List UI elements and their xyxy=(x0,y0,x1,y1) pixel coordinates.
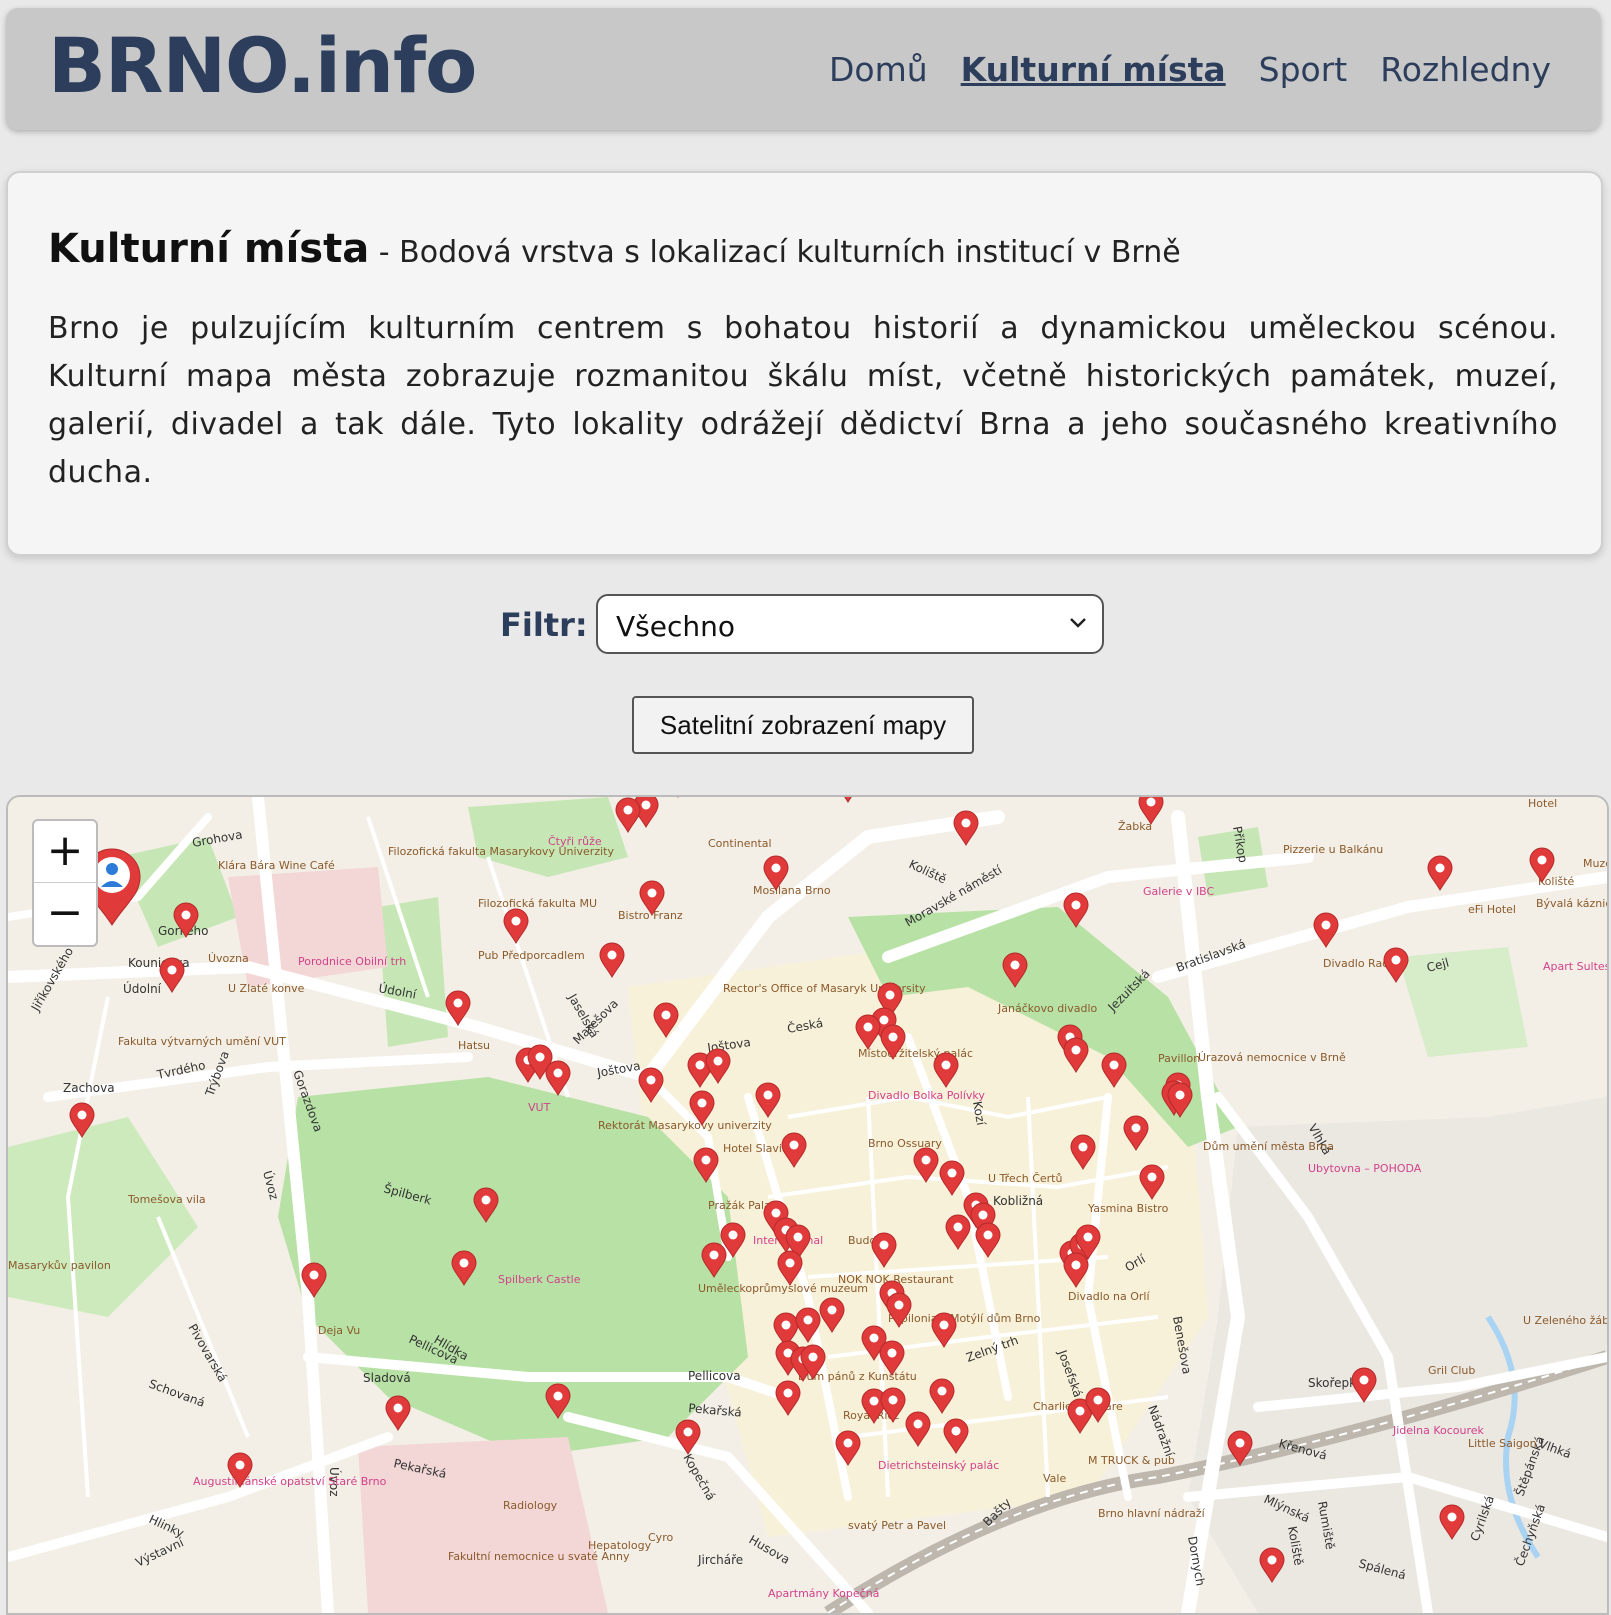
poi-label: Tomešova vila xyxy=(127,1193,206,1206)
poi-label: Divadlo Bolka Polívky xyxy=(868,1089,985,1102)
poi-label: Porodnice Obilní trh xyxy=(298,955,406,968)
street-label: Sladová xyxy=(363,1371,411,1385)
title-subtitle: - Bodová vrstva s lokalizací kulturních … xyxy=(369,235,1181,270)
street-label: Kobližná xyxy=(993,1194,1043,1208)
poi-label: Masarykův pavilon xyxy=(8,1259,111,1272)
zoom-in-button[interactable]: + xyxy=(34,821,96,883)
poi-label: Čtyři růže xyxy=(548,835,602,848)
zoom-control: + − xyxy=(32,819,98,947)
poi-label: Pizzerie u Balkánu xyxy=(1283,843,1383,856)
poi-label: Bývalá káznice xyxy=(1536,897,1607,910)
filter-select[interactable]: Všechno xyxy=(596,594,1104,654)
filter-label: Filtr: xyxy=(500,606,588,644)
site-logo[interactable]: BRNO.info xyxy=(48,28,477,104)
zoom-out-button[interactable]: − xyxy=(34,883,96,944)
poi-label: Janáčkovo divadlo xyxy=(997,1002,1098,1015)
nav-home[interactable]: Domů xyxy=(829,50,928,90)
poi-label: Augustiniánské opatství Staré Brno xyxy=(193,1475,387,1488)
filter-selected-value: Všechno xyxy=(616,610,735,643)
poi-label: Pub Předporcadlem xyxy=(478,949,585,962)
poi-label: VUT xyxy=(528,1101,551,1114)
poi-label: Vale xyxy=(1043,1472,1066,1485)
poi-label: Brno Ossuary xyxy=(868,1137,942,1150)
poi-label: Little Saigon xyxy=(1468,1437,1537,1450)
poi-label: M TRUCK & pub xyxy=(1088,1454,1175,1467)
poi-label: Rektorát Masarykovy univerzity xyxy=(598,1119,772,1132)
poi-label: eFi Hotel xyxy=(1468,903,1516,916)
poi-label: Spilberk Castle xyxy=(498,1273,581,1286)
poi-label: Dietrichsteinský palác xyxy=(878,1459,999,1472)
site-header: BRNO.info Domů Kulturní místa Sport Rozh… xyxy=(6,8,1601,130)
poi-label: Mosilana Brno xyxy=(753,884,831,897)
poi-label: U Třech Čertů xyxy=(988,1172,1062,1185)
satellite-view-button[interactable]: Satelitní zobrazení mapy xyxy=(632,696,974,754)
intro-paragraph: Brno je pulzujícím kulturním centrem s b… xyxy=(48,311,1558,490)
intro-card: Kulturní místa - Bodová vrstva s lokaliz… xyxy=(6,171,1603,556)
poi-label: Fakulta výtvarných umění VUT xyxy=(118,1035,286,1048)
poi-label: Úrazová nemocnice v Brně xyxy=(1198,1051,1346,1064)
poi-label: Jidelna Kocourek xyxy=(1392,1424,1485,1437)
poi-label: Filozofická fakulta MU xyxy=(478,897,597,910)
nav-lookout-towers[interactable]: Rozhledny xyxy=(1380,50,1551,90)
poi-label: Fakultní nemocnice u svaté Anny xyxy=(448,1550,630,1563)
poi-label: Papilonia – Motýlí dům Brno xyxy=(888,1312,1041,1325)
nav-culture-places[interactable]: Kulturní místa xyxy=(961,50,1226,90)
title-main: Kulturní místa xyxy=(48,226,370,272)
poi-label: Úvozna xyxy=(208,952,249,965)
chevron-down-icon xyxy=(1070,618,1086,628)
poi-label: Klára Bára Wine Café xyxy=(218,859,335,872)
street-label: Jircháře xyxy=(697,1553,743,1567)
map-container[interactable]: GrohovaKounicovaGorkéhoÚdolníJiříkovskéh… xyxy=(6,795,1609,1615)
street-label: Zachova xyxy=(63,1081,115,1095)
poi-label: Continental xyxy=(708,837,772,850)
poi-label: U Zeleného žáby xyxy=(1523,1314,1607,1327)
poi-label: Radiology xyxy=(503,1499,558,1512)
poi-label: Pavillon xyxy=(1158,1052,1200,1065)
street-label: Pellicova xyxy=(688,1369,741,1383)
poi-label: Divadlo na Orlí xyxy=(1068,1290,1150,1303)
poi-label: Gril Club xyxy=(1428,1364,1475,1377)
poi-label: Apartmány Kopečná xyxy=(768,1587,879,1600)
poi-label: Cyro xyxy=(648,1531,673,1544)
poi-label: Ubytovna – POHODA xyxy=(1308,1162,1422,1175)
poi-label: Žabka xyxy=(1118,820,1152,833)
page-title: Kulturní místa - Bodová vrstva s lokaliz… xyxy=(48,229,1181,269)
poi-label: svatý Petr a Pavel xyxy=(848,1519,946,1532)
main-nav: Domů Kulturní místa Sport Rozhledny xyxy=(829,50,1551,90)
poi-label: U Zlaté konve xyxy=(228,982,305,995)
poi-label: Uměleckoprůmyslové muzeum xyxy=(698,1282,868,1295)
street-label: Údolní xyxy=(123,981,162,996)
poi-label: Dům umění města Brna xyxy=(1203,1140,1334,1153)
poi-label: Brno hlavní nádraží xyxy=(1098,1507,1206,1520)
map-canvas[interactable]: GrohovaKounicovaGorkéhoÚdolníJiříkovskéh… xyxy=(8,797,1607,1613)
map-park-small xyxy=(378,897,448,1047)
poi-label: Galerie v IBC xyxy=(1143,885,1215,898)
poi-label: Apart Sultes xyxy=(1543,960,1607,973)
poi-label: Yasmina Bistro xyxy=(1087,1202,1169,1215)
nav-sport[interactable]: Sport xyxy=(1259,50,1348,90)
poi-label: Deja Vu xyxy=(318,1324,360,1337)
poi-label: Muzeum Romské kultury xyxy=(1583,857,1607,870)
poi-label: Hotel xyxy=(1528,797,1557,810)
poi-label: Hotel Slavia xyxy=(723,1142,789,1155)
poi-label: Hatsu xyxy=(458,1039,490,1052)
